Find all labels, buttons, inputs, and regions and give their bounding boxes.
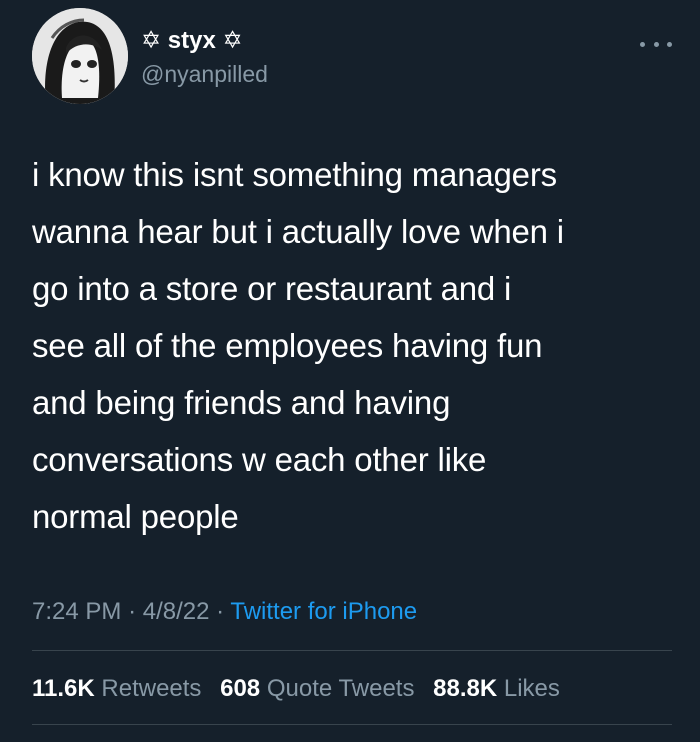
tweet-source-link[interactable]: Twitter for iPhone bbox=[230, 598, 417, 625]
quote-tweets-count: 608 bbox=[220, 675, 261, 702]
meta-separator: · bbox=[128, 598, 137, 625]
avatar[interactable] bbox=[32, 8, 128, 104]
quote-tweets-label: Quote Tweets bbox=[266, 675, 415, 702]
retweets-label: Retweets bbox=[101, 675, 202, 702]
quote-tweets-stat[interactable]: 608 Quote Tweets bbox=[220, 675, 414, 702]
meta-separator: · bbox=[216, 598, 225, 625]
tweet-date[interactable]: 4/8/22 bbox=[143, 598, 210, 625]
retweets-count: 11.6K bbox=[32, 675, 95, 702]
avatar-image bbox=[32, 8, 128, 104]
tweet-time[interactable]: 7:24 PM bbox=[32, 598, 121, 625]
display-name[interactable]: ✡ styx ✡ bbox=[141, 26, 268, 56]
divider bbox=[32, 650, 672, 651]
tweet-header: ✡ styx ✡ @nyanpilled bbox=[32, 8, 672, 108]
likes-stat[interactable]: 88.8K Likes bbox=[433, 675, 560, 702]
tweet-text: i know this isnt something managers wann… bbox=[32, 156, 564, 535]
divider bbox=[32, 724, 672, 725]
likes-count: 88.8K bbox=[433, 675, 498, 702]
more-horizontal-icon[interactable] bbox=[640, 34, 672, 54]
user-info: ✡ styx ✡ @nyanpilled bbox=[141, 26, 268, 89]
likes-label: Likes bbox=[503, 675, 560, 702]
tweet-meta: 7:24 PM · 4/8/22 · Twitter for iPhone bbox=[32, 594, 417, 630]
user-handle[interactable]: @nyanpilled bbox=[141, 59, 268, 89]
retweets-stat[interactable]: 11.6K Retweets bbox=[32, 675, 201, 702]
tweet-stats: 11.6K Retweets 608 Quote Tweets 88.8K Li… bbox=[32, 672, 572, 706]
tweet-card: ✡ styx ✡ @nyanpilled i know this isnt so… bbox=[0, 0, 700, 742]
